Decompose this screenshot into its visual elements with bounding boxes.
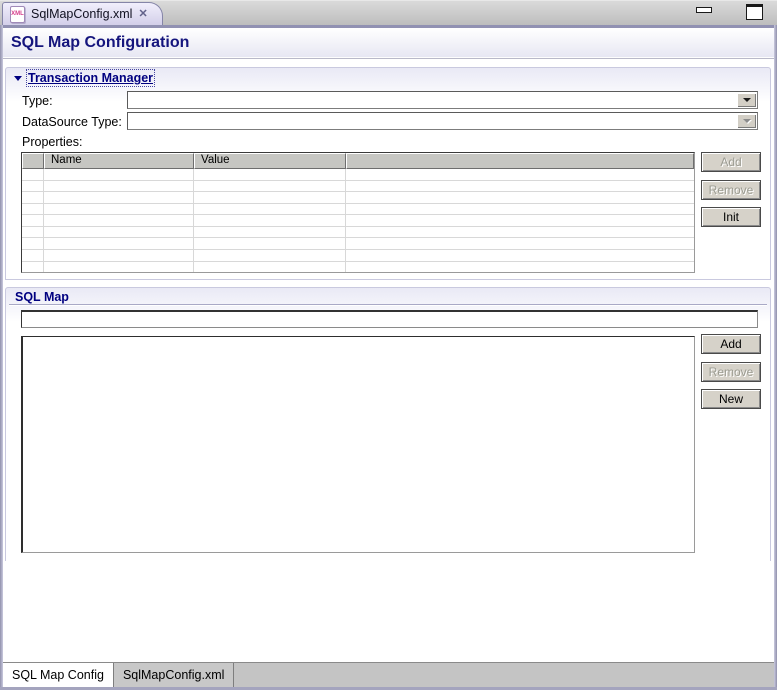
window-border-left xyxy=(0,25,3,690)
table-cell xyxy=(44,192,194,203)
tab-sql-map-config[interactable]: SQL Map Config xyxy=(2,663,114,687)
datasource-type-label: DataSource Type: xyxy=(22,115,122,129)
table-cell xyxy=(346,181,694,192)
table-cell xyxy=(346,169,694,180)
table-cell xyxy=(44,204,194,215)
table-cell xyxy=(44,227,194,238)
properties-label: Properties: xyxy=(22,135,82,149)
type-label: Type: xyxy=(22,94,53,108)
table-cell xyxy=(22,227,44,238)
datasource-type-select xyxy=(127,112,758,130)
chevron-down-icon xyxy=(743,98,751,102)
datasource-type-dropdown-button xyxy=(737,114,756,128)
table-cell xyxy=(194,215,346,226)
close-icon[interactable]: ✕ xyxy=(138,9,147,20)
maximize-icon[interactable] xyxy=(746,4,763,20)
table-cell xyxy=(346,215,694,226)
table-cell xyxy=(346,204,694,215)
minimize-icon[interactable] xyxy=(696,7,712,13)
table-row[interactable] xyxy=(22,262,694,273)
editor-tab-sqlmapconfig[interactable]: XML SqlMapConfig.xml ✕ xyxy=(2,2,163,25)
table-cell xyxy=(22,262,44,273)
properties-init-button[interactable]: Init xyxy=(701,207,761,227)
xml-file-icon: XML xyxy=(10,6,25,23)
table-cell xyxy=(194,204,346,215)
sqlmap-add-button[interactable]: Add xyxy=(701,334,761,354)
table-cell xyxy=(194,169,346,180)
table-cell xyxy=(346,262,694,273)
chevron-down-icon[interactable] xyxy=(14,76,22,81)
sqlmap-remove-button: Remove xyxy=(701,362,761,382)
table-row[interactable] xyxy=(22,169,694,181)
column-header-value[interactable]: Value xyxy=(194,153,346,169)
properties-table[interactable]: Name Value xyxy=(21,152,695,273)
sql-map-title-separator xyxy=(9,304,767,305)
table-row[interactable] xyxy=(22,250,694,262)
tab-sqlmapconfig-xml[interactable]: SqlMapConfig.xml xyxy=(114,663,234,687)
table-row[interactable] xyxy=(22,181,694,193)
table-cell xyxy=(44,250,194,261)
sql-map-input[interactable] xyxy=(21,310,758,328)
table-cell xyxy=(22,169,44,180)
properties-remove-button: Remove xyxy=(701,180,761,200)
table-cell xyxy=(22,215,44,226)
column-header-name[interactable]: Name xyxy=(44,153,194,169)
properties-add-button: Add xyxy=(701,152,761,172)
sqlmap-new-button[interactable]: New xyxy=(701,389,761,409)
table-cell xyxy=(44,238,194,249)
header-separator-line xyxy=(3,58,774,59)
column-header-blank xyxy=(22,153,44,169)
table-cell xyxy=(44,169,194,180)
type-select[interactable] xyxy=(127,91,758,109)
sql-map-list[interactable] xyxy=(21,336,695,553)
table-cell xyxy=(44,181,194,192)
column-header-filler xyxy=(346,153,694,169)
form-header: SQL Map Configuration xyxy=(3,28,774,57)
table-cell xyxy=(194,250,346,261)
table-row[interactable] xyxy=(22,192,694,204)
table-row[interactable] xyxy=(22,238,694,250)
sql-map-section-title: SQL Map xyxy=(15,290,69,304)
properties-table-body xyxy=(22,169,694,272)
table-cell xyxy=(346,227,694,238)
table-row[interactable] xyxy=(22,215,694,227)
table-cell xyxy=(194,192,346,203)
table-row[interactable] xyxy=(22,204,694,216)
table-cell xyxy=(346,238,694,249)
table-cell xyxy=(194,262,346,273)
table-cell xyxy=(44,262,194,273)
chevron-down-icon xyxy=(743,119,751,123)
table-cell xyxy=(22,238,44,249)
table-row[interactable] xyxy=(22,227,694,239)
table-cell xyxy=(44,215,194,226)
page-tab-bar: SQL Map Config SqlMapConfig.xml xyxy=(0,662,777,687)
editor-tab-title: SqlMapConfig.xml xyxy=(31,7,132,21)
properties-table-header: Name Value xyxy=(22,153,694,169)
table-cell xyxy=(22,204,44,215)
table-cell xyxy=(194,238,346,249)
transaction-manager-section-title[interactable]: Transaction Manager xyxy=(28,71,153,85)
table-cell xyxy=(22,181,44,192)
table-cell xyxy=(194,181,346,192)
page-title: SQL Map Configuration xyxy=(11,34,189,52)
sqlmap-config-editor: XML SqlMapConfig.xml ✕ SQL Map Configura… xyxy=(0,0,777,690)
table-cell xyxy=(22,192,44,203)
table-cell xyxy=(194,227,346,238)
table-cell xyxy=(346,192,694,203)
type-select-dropdown-button[interactable] xyxy=(737,93,756,107)
table-cell xyxy=(22,250,44,261)
table-cell xyxy=(346,250,694,261)
